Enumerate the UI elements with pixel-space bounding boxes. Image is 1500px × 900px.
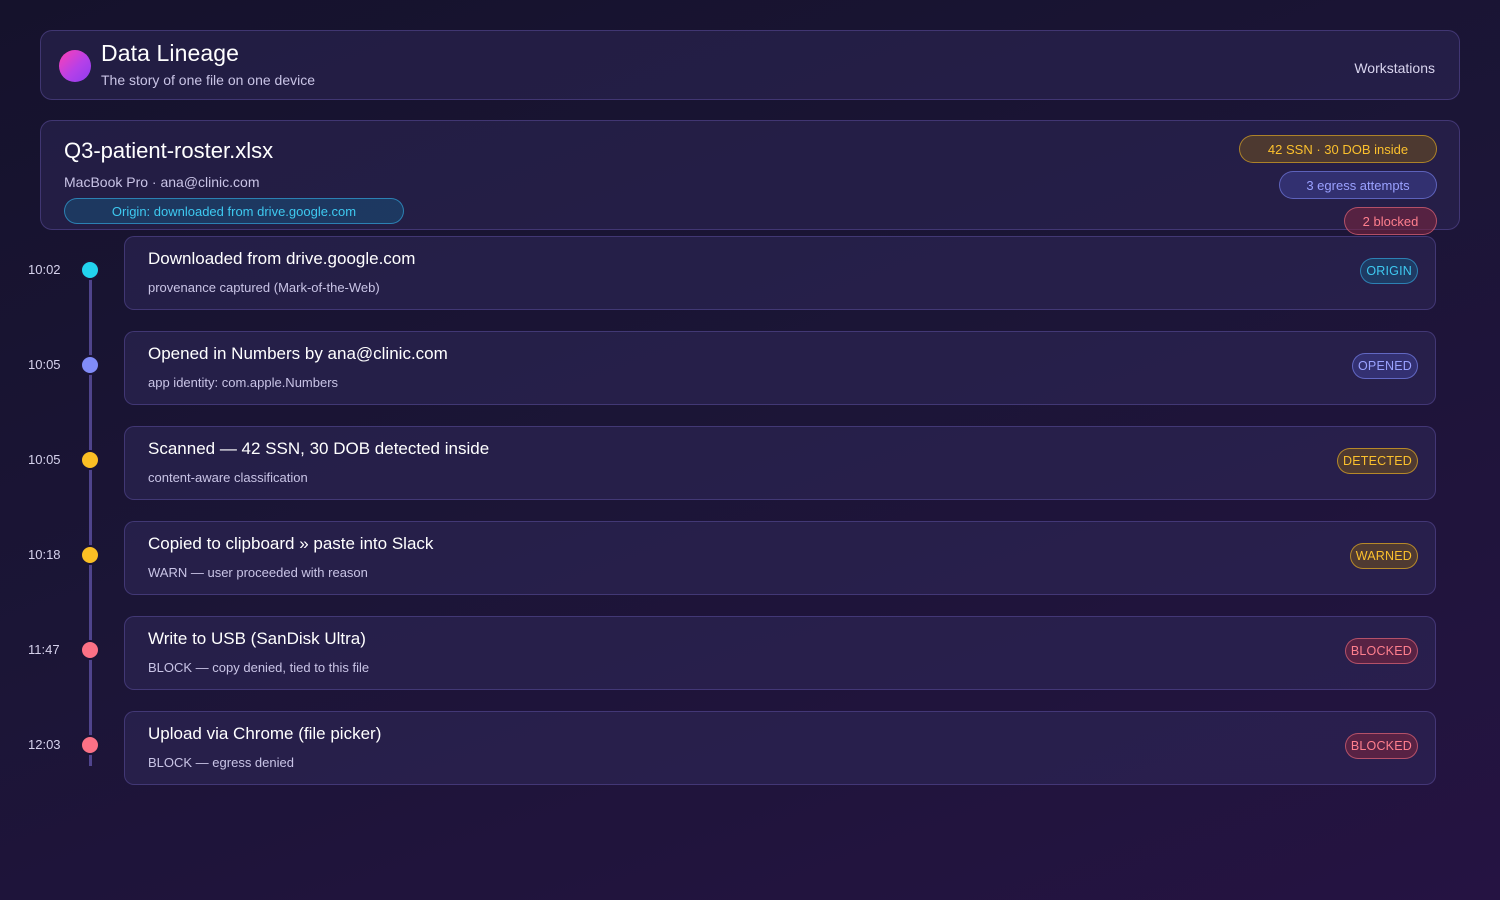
event-status-badge: WARNED xyxy=(1349,543,1418,569)
event-time: 10:18 xyxy=(28,547,61,562)
event-time: 12:03 xyxy=(28,737,61,752)
event-time: 10:05 xyxy=(28,357,61,372)
event-status-badge: DETECTED xyxy=(1337,448,1418,474)
origin-badge: Origin: downloaded from drive.google.com xyxy=(64,198,404,224)
blocked-count-badge: 2 blocked xyxy=(1344,207,1437,235)
event-status-dot xyxy=(80,355,100,375)
file-name: Q3-patient-roster.xlsx xyxy=(64,138,274,163)
event-time: 11:47 xyxy=(28,642,60,657)
page-title: Data Lineage xyxy=(101,40,240,66)
event-status-dot xyxy=(80,260,100,280)
event-status-badge: BLOCKED xyxy=(1344,733,1418,759)
app-logo xyxy=(59,50,91,82)
event-status-dot xyxy=(80,450,100,470)
event-detail: BLOCK — copy denied, tied to this file xyxy=(148,660,370,675)
page-subtitle: The story of one file on one device xyxy=(101,72,316,88)
event-title: Downloaded from drive.google.com xyxy=(148,249,416,268)
event-detail: content-aware classification xyxy=(148,470,308,485)
event-status-badge: ORIGIN xyxy=(1360,258,1418,284)
app-header: Data Lineage The story of one file on on… xyxy=(40,30,1460,100)
event-title: Scanned — 42 SSN, 30 DOB detected inside xyxy=(148,439,490,458)
egress-attempts-badge: 3 egress attempts xyxy=(1279,171,1437,199)
event-title: Copied to clipboard » paste into Slack xyxy=(148,534,434,553)
event-card[interactable]: Copied to clipboard » paste into Slack WA… xyxy=(124,521,1436,595)
event-card[interactable]: Upload via Chrome (file picker) BLOCK — e… xyxy=(124,711,1436,785)
event-detail: WARN — user proceeded with reason xyxy=(148,565,368,580)
file-device-user: MacBook Pro · ana@clinic.com xyxy=(64,174,260,190)
event-card[interactable]: Opened in Numbers by ana@clinic.com app i… xyxy=(124,331,1436,405)
timeline-line xyxy=(89,270,92,766)
event-time: 10:02 xyxy=(28,262,61,277)
file-summary-card: Q3-patient-roster.xlsx MacBook Pro · ana… xyxy=(40,120,1460,235)
event-detail: BLOCK — egress denied xyxy=(148,755,294,770)
event-status-dot xyxy=(80,640,100,660)
event-status-badge: BLOCKED xyxy=(1344,638,1418,664)
event-title: Upload via Chrome (file picker) xyxy=(148,724,382,743)
event-card[interactable]: Scanned — 42 SSN, 30 DOB detected inside… xyxy=(124,426,1436,500)
event-card[interactable]: Write to USB (SanDisk Ultra) BLOCK — copy… xyxy=(124,616,1436,690)
event-detail: app identity: com.apple.Numbers xyxy=(148,375,339,390)
event-status-dot xyxy=(80,735,100,755)
event-card[interactable]: Downloaded from drive.google.com provenan… xyxy=(124,236,1436,310)
workstations-link[interactable]: Workstations xyxy=(1354,60,1435,76)
event-title: Opened in Numbers by ana@clinic.com xyxy=(148,344,448,363)
event-time: 10:05 xyxy=(28,452,61,467)
event-status-dot xyxy=(80,545,100,565)
event-status-badge: OPENED xyxy=(1352,353,1418,379)
sensitive-data-badge: 42 SSN · 30 DOB inside xyxy=(1239,135,1437,163)
event-detail: provenance captured (Mark-of-the-Web) xyxy=(148,280,380,295)
event-title: Write to USB (SanDisk Ultra) xyxy=(148,629,366,648)
